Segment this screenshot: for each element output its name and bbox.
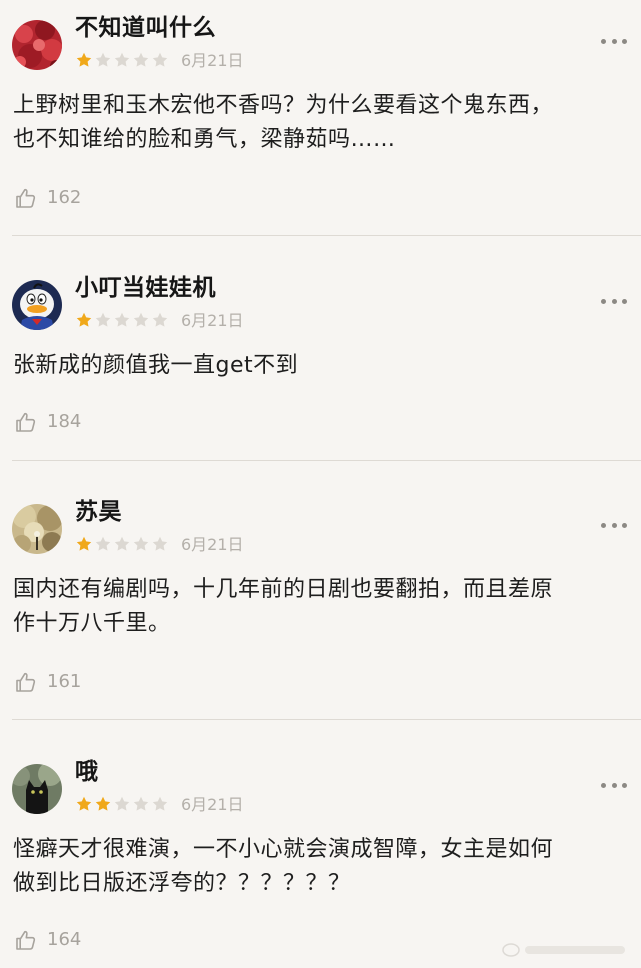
more-dot-icon (601, 298, 606, 304)
like-count: 164 (47, 929, 82, 950)
star-filled-icon (76, 312, 92, 327)
comment-text: 怪癖天才很难演，一不小心就会演成智障，女主是如何 做到比日版还浮夸的？？？？？？ (13, 833, 631, 901)
star-empty-icon (95, 312, 111, 327)
like-count: 184 (47, 411, 82, 432)
star-empty-icon (95, 536, 111, 551)
avatar[interactable] (12, 504, 62, 554)
comment-item: 苏昊 6月21日 国内还有编剧吗，十几年前的日剧也要翻拍，而且差原 作十万八千里… (0, 484, 641, 720)
star-empty-icon (152, 796, 168, 811)
comment-feed: 不知道叫什么 6月21日 上野树里和玉木宏他不香吗？为什么要看这个鬼东西， 也不… (0, 0, 641, 968)
star-empty-icon (133, 796, 149, 811)
more-options-button[interactable] (601, 780, 627, 790)
more-dot-icon (622, 38, 627, 44)
avatar[interactable] (12, 764, 62, 814)
star-rating (76, 535, 171, 553)
star-empty-icon (152, 52, 168, 67)
avatar[interactable] (12, 20, 62, 70)
comment-text-line: 做到比日版还浮夸的？？？？？？ (13, 871, 351, 896)
comment-date: 6月21日 (181, 311, 244, 330)
comment-item: 不知道叫什么 6月21日 上野树里和玉木宏他不香吗？为什么要看这个鬼东西， 也不… (0, 0, 641, 236)
like-count: 162 (47, 187, 82, 208)
like-count: 161 (47, 671, 82, 692)
username[interactable]: 不知道叫什么 (75, 12, 216, 44)
more-options-button[interactable] (601, 296, 627, 306)
username[interactable]: 小叮当娃娃机 (75, 272, 216, 304)
comment-text-line: 作十万八千里。 (13, 611, 171, 636)
divider (12, 460, 641, 461)
star-empty-icon (133, 52, 149, 67)
star-empty-icon (114, 312, 130, 327)
more-dot-icon (611, 782, 617, 788)
username[interactable]: 哦 (75, 756, 99, 788)
star-rating (76, 51, 171, 69)
username[interactable]: 苏昊 (75, 496, 122, 528)
comment-text: 国内还有编剧吗，十几年前的日剧也要翻拍，而且差原 作十万八千里。 (13, 573, 631, 641)
more-dot-icon (622, 298, 627, 304)
comment-text-line: 张新成的颜值我一直get不到 (13, 353, 299, 378)
like-button[interactable]: 161 (14, 670, 81, 694)
divider (12, 719, 641, 720)
more-dot-icon (601, 38, 606, 44)
thumbs-up-icon (16, 412, 36, 432)
watermark-logo (502, 943, 625, 957)
star-empty-icon (152, 536, 168, 551)
comment-text-line: 上野树里和玉木宏他不香吗？为什么要看这个鬼东西， (13, 93, 554, 118)
more-dot-icon (622, 522, 627, 528)
star-rating (76, 311, 171, 329)
more-dot-icon (611, 38, 617, 44)
more-dot-icon (611, 298, 617, 304)
star-rating (76, 795, 171, 813)
star-empty-icon (114, 796, 130, 811)
star-empty-icon (133, 312, 149, 327)
avatar-image (12, 504, 62, 554)
comment-item: 小叮当娃娃机 6月21日 张新成的颜值我一直get不到 184 (0, 260, 641, 461)
comment-item: 哦 6月21日 怪癖天才很难演，一不小心就会演成智障，女主是如何 做到比日版还浮… (0, 744, 641, 968)
star-filled-icon (95, 796, 111, 811)
like-button[interactable]: 164 (14, 928, 81, 952)
comment-text-line: 也不知谁给的脸和勇气，梁静茹吗…… (13, 127, 396, 152)
thumbs-up-icon (16, 930, 36, 950)
watermark (501, 938, 631, 960)
comment-date: 6月21日 (181, 51, 244, 70)
star-empty-icon (114, 536, 130, 551)
star-empty-icon (133, 536, 149, 551)
more-options-button[interactable] (601, 36, 627, 46)
star-filled-icon (76, 796, 92, 811)
star-empty-icon (152, 312, 168, 327)
more-dot-icon (601, 522, 606, 528)
thumbs-up-icon (16, 672, 36, 692)
thumbs-up-icon (16, 188, 36, 208)
comment-text: 张新成的颜值我一直get不到 (13, 349, 631, 383)
avatar-image (12, 764, 62, 814)
like-button[interactable]: 184 (14, 410, 81, 434)
more-dot-icon (601, 782, 606, 788)
star-filled-icon (76, 536, 92, 551)
avatar-image (12, 20, 62, 70)
avatar[interactable] (12, 280, 62, 330)
more-dot-icon (611, 522, 617, 528)
star-empty-icon (95, 52, 111, 67)
divider (12, 235, 641, 236)
avatar-image (12, 280, 62, 330)
star-empty-icon (114, 52, 130, 67)
comment-date: 6月21日 (181, 795, 244, 814)
comment-date: 6月21日 (181, 535, 244, 554)
comment-text-line: 怪癖天才很难演，一不小心就会演成智障，女主是如何 (13, 837, 554, 862)
more-options-button[interactable] (601, 520, 627, 530)
star-filled-icon (76, 52, 92, 67)
comment-text: 上野树里和玉木宏他不香吗？为什么要看这个鬼东西， 也不知谁给的脸和勇气，梁静茹吗… (13, 89, 631, 157)
comment-text-line: 国内还有编剧吗，十几年前的日剧也要翻拍，而且差原 (13, 577, 554, 602)
like-button[interactable]: 162 (14, 186, 81, 210)
more-dot-icon (622, 782, 627, 788)
